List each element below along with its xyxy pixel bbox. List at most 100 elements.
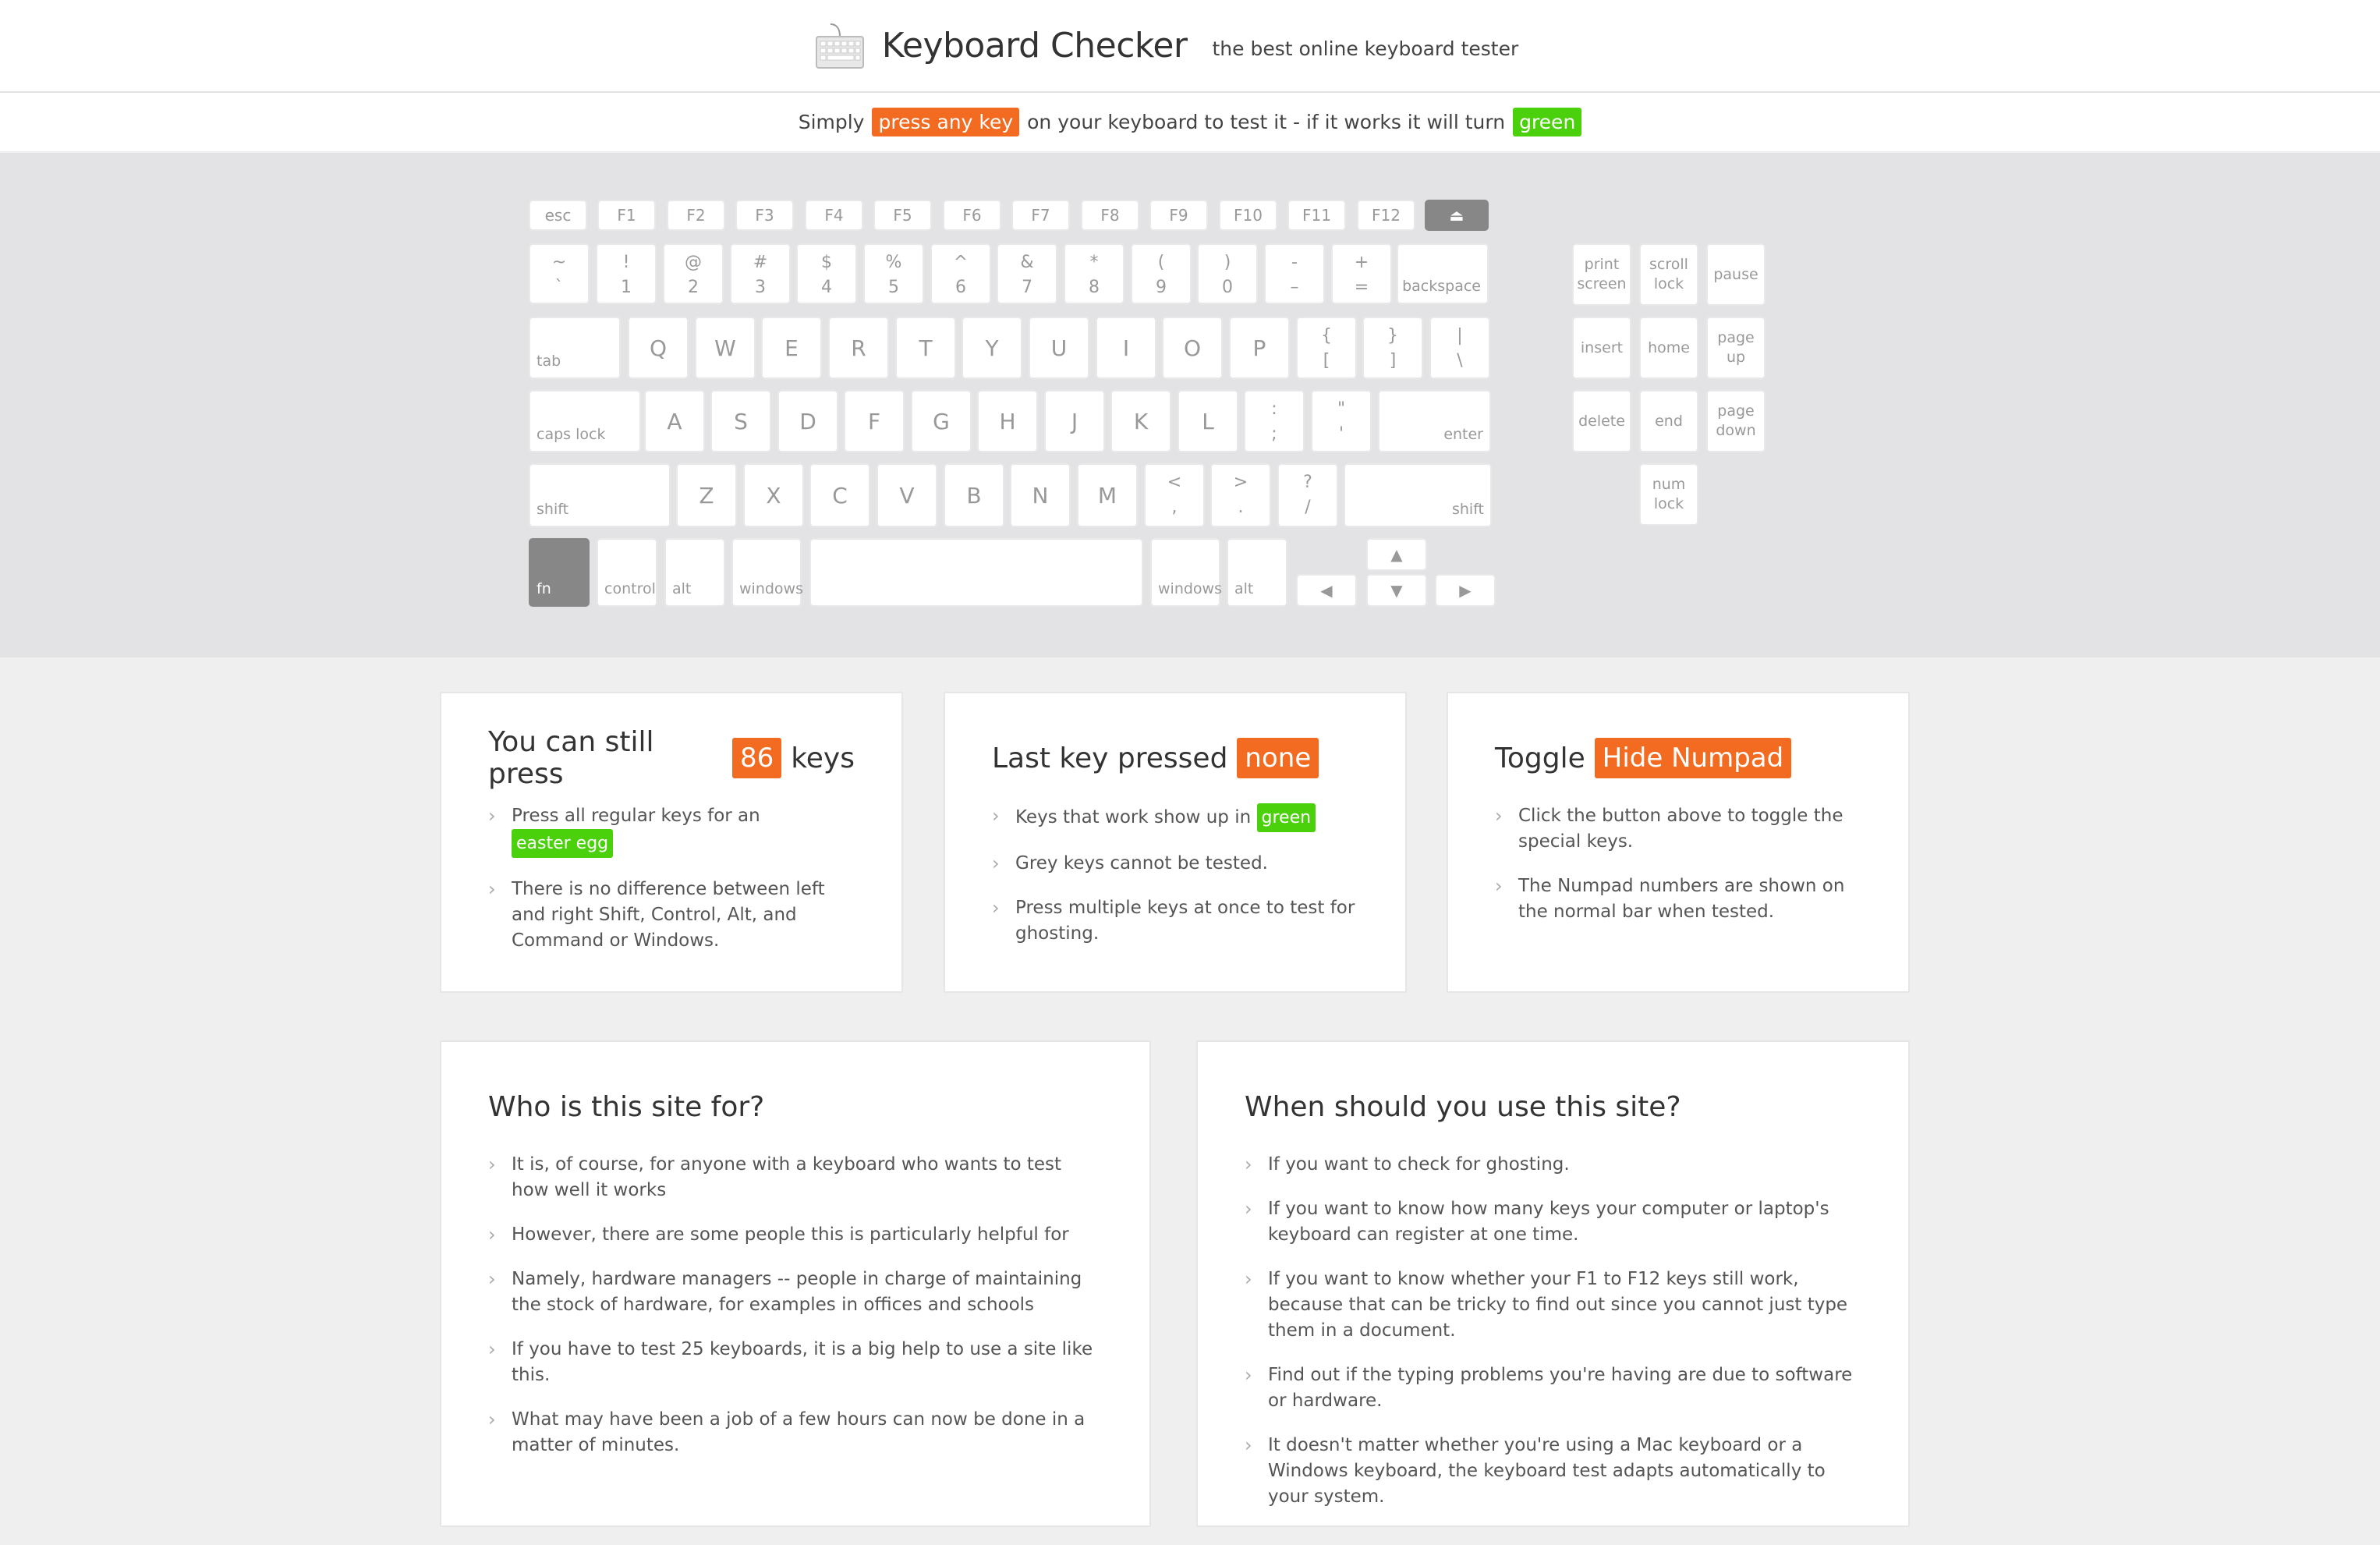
key-end[interactable]: end [1639,390,1698,452]
key-6[interactable]: ^ 6 [930,243,991,304]
key-4[interactable]: $4 [796,243,857,304]
key-home[interactable]: home [1639,317,1698,379]
key-alt-left[interactable]: alt [664,538,725,607]
remaining-count: 86 [731,738,782,778]
key-c[interactable]: C [809,463,870,527]
key-main-label: 8 [1089,278,1100,297]
key-b[interactable]: B [944,463,1004,527]
key-scroll-lock[interactable]: scroll lock [1639,243,1698,306]
key-f11[interactable]: F11 [1287,200,1346,231]
key-n[interactable]: N [1010,463,1071,527]
key-s[interactable]: S [710,390,771,452]
key-;[interactable]: :; [1244,390,1305,452]
key-\[interactable]: | \ [1429,317,1490,379]
key-delete[interactable]: delete [1572,390,1631,452]
hide-numpad-button[interactable]: Hide Numpad [1594,738,1792,778]
key-page-up[interactable]: page up [1706,317,1766,379]
key-h[interactable]: H [977,390,1038,452]
key-9[interactable]: (9 [1131,243,1192,304]
key-x[interactable]: X [743,463,804,527]
key-a[interactable]: A [644,390,705,452]
key-fn[interactable]: fn [529,538,590,607]
key-control[interactable]: control [597,538,657,607]
key-k[interactable]: K [1110,390,1171,452]
key-f8[interactable]: F8 [1081,200,1139,231]
key-f2[interactable]: F2 [667,200,725,231]
key-w[interactable]: W [695,317,756,379]
key-windows-right[interactable]: windows [1150,538,1222,607]
key-[[interactable]: {[ [1296,317,1357,379]
key-q[interactable]: Q [628,317,689,379]
key-main-label: 7 [1022,278,1032,297]
key-'[interactable]: " ' [1311,390,1372,452]
key-f3[interactable]: F3 [735,200,794,231]
list-item-text: The Numpad numbers are shown on the norm… [1518,876,1845,922]
key-l[interactable]: L [1178,390,1238,452]
key-–[interactable]: - – [1264,243,1325,304]
key-backspace[interactable]: backspace [1397,243,1489,304]
logo[interactable]: Keyboard Checker the best online keyboar… [815,21,1518,71]
key-alt-right[interactable]: alt [1227,538,1287,607]
key-shift-right[interactable]: shift [1344,463,1492,527]
key-insert[interactable]: insert [1572,317,1631,379]
key-/[interactable]: ? / [1277,463,1338,527]
list-item: › Click the button above to toggle the sp… [1495,803,1861,855]
key-f10[interactable]: F10 [1219,200,1277,231]
key-y[interactable]: Y [962,317,1022,379]
key-label: fn [537,580,551,597]
key-shift-left[interactable]: shift [529,463,671,527]
key-f7[interactable]: F7 [1011,200,1070,231]
key-r[interactable]: R [828,317,889,379]
key-u[interactable]: U [1029,317,1089,379]
key-windows-left[interactable]: windows [731,538,803,607]
key-f9[interactable]: F9 [1149,200,1208,231]
key-][interactable]: }] [1362,317,1423,379]
key-=[interactable]: + = [1331,243,1392,304]
key-5[interactable]: % 5 [863,243,924,304]
key-f12[interactable]: F12 [1357,200,1415,231]
key-f[interactable]: F [844,390,905,452]
key-m[interactable]: M [1077,463,1138,527]
key-f6[interactable]: F6 [943,200,1001,231]
key-2[interactable]: @2 [663,243,724,304]
key-space[interactable] [809,538,1143,607]
key-p[interactable]: P [1229,317,1290,379]
key-t[interactable]: T [895,317,956,379]
key-tab[interactable]: tab [529,317,621,379]
key-arrow-right[interactable]: ▶ [1435,574,1496,607]
key-j[interactable]: J [1044,390,1105,452]
key-arrow-left[interactable]: ◀ [1296,574,1357,607]
key-i[interactable]: I [1096,317,1156,379]
key-pause[interactable]: pause [1706,243,1766,306]
key-f4[interactable]: F4 [805,200,863,231]
key-f5[interactable]: F5 [873,200,932,231]
key-8[interactable]: * 8 [1064,243,1124,304]
list-item-text: Grey keys cannot be tested. [1015,853,1268,873]
key-,[interactable]: <, [1144,463,1205,527]
key-arrow-up[interactable]: ▲ [1366,538,1427,571]
key-1[interactable]: ! 1 [596,243,657,304]
key-main-label: 1 [621,278,632,297]
key-caps-lock[interactable]: caps lock [529,390,641,452]
eject-key[interactable]: ⏏ [1425,200,1489,231]
key-.[interactable]: >. [1210,463,1271,527]
key-0[interactable]: ) 0 [1197,243,1258,304]
key-page-down[interactable]: page down [1706,390,1766,452]
key-g[interactable]: G [911,390,972,452]
key-f1[interactable]: F1 [597,200,656,231]
key-`[interactable]: ~ ` [529,243,590,304]
key-e[interactable]: E [761,317,822,379]
key-7[interactable]: & 7 [997,243,1057,304]
key-enter[interactable]: enter [1378,390,1491,452]
key-print-screen[interactable]: print screen [1572,243,1631,306]
key-num-lock[interactable]: num lock [1639,463,1698,526]
key-arrow-down[interactable]: ▼ [1366,574,1427,607]
last-key-list: › Keys that work show up in green › Grey k… [992,803,1358,947]
key-esc[interactable]: esc [529,200,587,231]
key-z[interactable]: Z [676,463,737,527]
key-d[interactable]: D [777,390,838,452]
key-o[interactable]: O [1162,317,1223,379]
key-v[interactable]: V [877,463,937,527]
chevron-right-icon: › [1245,1198,1252,1220]
key-3[interactable]: #3 [730,243,791,304]
